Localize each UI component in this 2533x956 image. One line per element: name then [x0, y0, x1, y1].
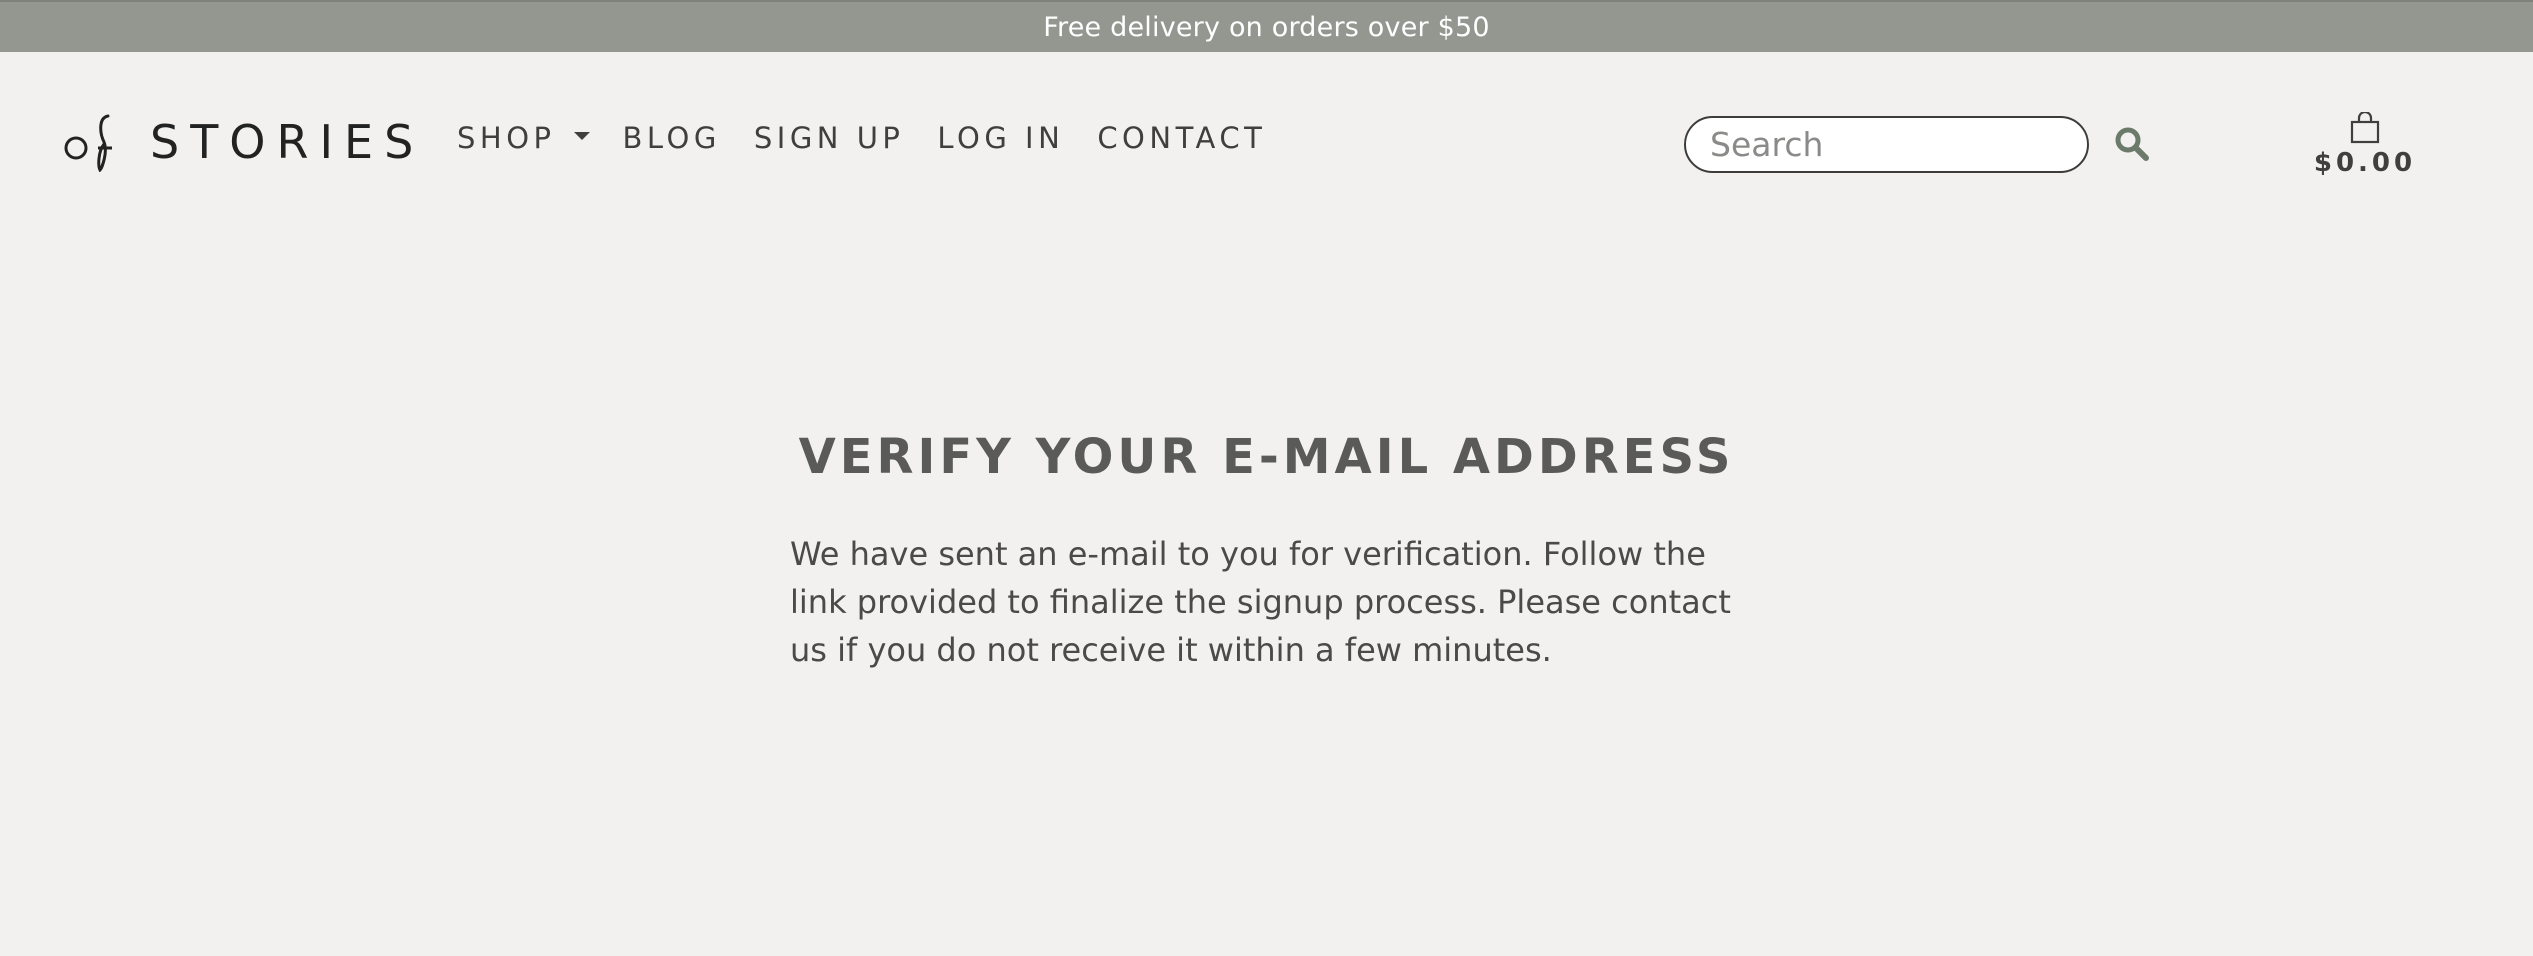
search-icon [2115, 127, 2149, 161]
brand-name: STORIES [150, 115, 425, 169]
nav-item-label: LOG IN [937, 121, 1065, 155]
nav-item-label: BLOG [622, 121, 721, 155]
of-monogram-icon [64, 114, 112, 172]
cart-button[interactable]: $0.00 [2310, 112, 2420, 192]
brand-logo[interactable]: STORIES [64, 112, 424, 172]
nav-item-label: CONTACT [1097, 121, 1267, 155]
search-box [1684, 116, 2089, 173]
shopping-bag-icon [2350, 112, 2380, 144]
promo-banner: Free delivery on orders over $50 [0, 0, 2533, 52]
nav-item-label: SHOP [457, 121, 556, 155]
search-input[interactable] [1686, 118, 2087, 171]
nav-item-blog[interactable]: BLOG [623, 121, 721, 155]
verification-message: We have sent an e-mail to you for verifi… [790, 535, 1731, 669]
cart-total: $0.00 [2313, 148, 2417, 178]
main-nav: SHOP BLOG SIGN UP LOG IN CONTACT [457, 118, 1299, 158]
nav-item-label: SIGN UP [753, 121, 905, 155]
nav-item-sign-up[interactable]: SIGN UP [754, 121, 905, 155]
promo-text: Free delivery on orders over $50 [1043, 11, 1490, 43]
search-button[interactable] [2114, 126, 2150, 162]
nav-item-log-in[interactable]: LOG IN [937, 121, 1064, 155]
nav-item-shop[interactable]: SHOP [457, 121, 590, 155]
main-content: VERIFY YOUR E-MAIL ADDRESS We have sent … [0, 420, 2533, 669]
page-title: VERIFY YOUR E-MAIL ADDRESS [798, 429, 1735, 485]
caret-down-icon [573, 132, 590, 140]
nav-item-contact[interactable]: CONTACT [1097, 121, 1266, 155]
